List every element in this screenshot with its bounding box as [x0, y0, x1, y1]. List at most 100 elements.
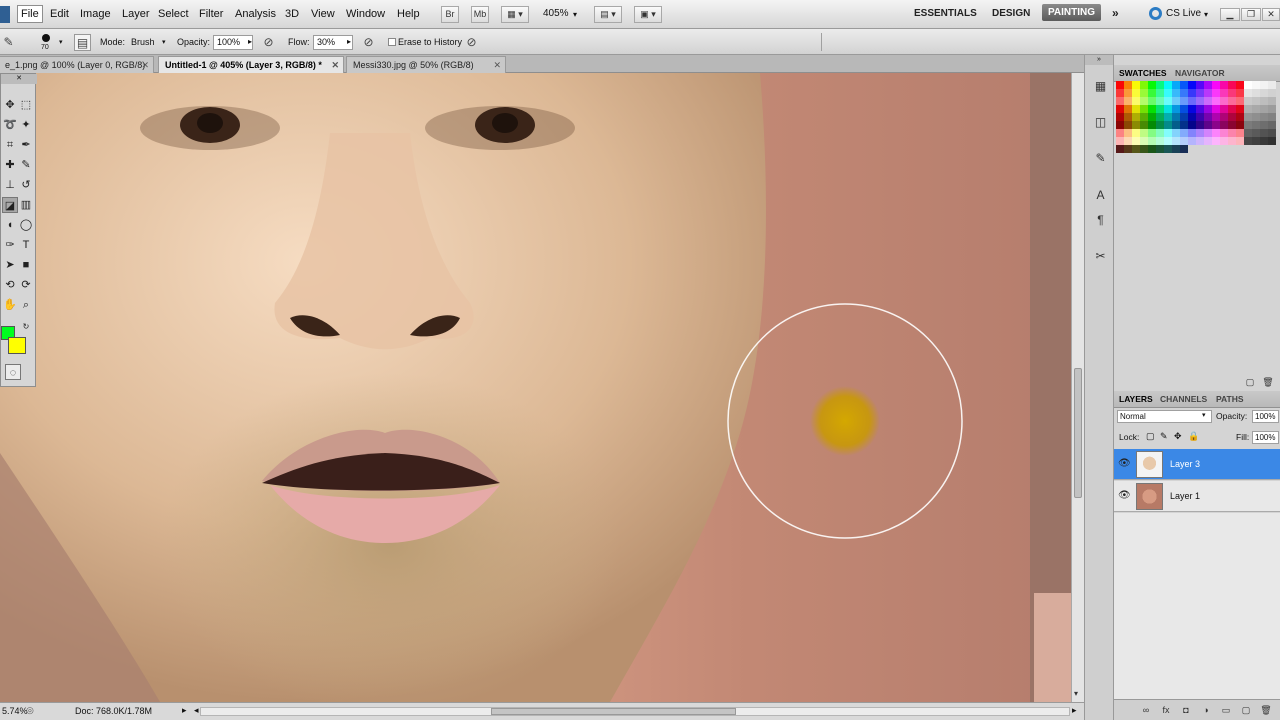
swatch[interactable] — [1260, 105, 1268, 113]
swatch[interactable] — [1156, 113, 1164, 121]
view-extras-icon[interactable]: ▦ ▾ — [501, 6, 529, 23]
swatch[interactable] — [1156, 129, 1164, 137]
character-panel-icon[interactable]: A — [1091, 186, 1110, 205]
swatch[interactable] — [1132, 145, 1140, 153]
swatch[interactable] — [1116, 97, 1124, 105]
swatch[interactable] — [1268, 105, 1276, 113]
menu-view[interactable]: View — [311, 8, 335, 20]
history-panel-icon[interactable]: ◫ — [1091, 113, 1110, 132]
swatch[interactable] — [1204, 137, 1212, 145]
tab-close-icon[interactable]: ✕ — [141, 57, 149, 73]
swatch[interactable] — [1228, 105, 1236, 113]
lock-pixels-icon[interactable]: ✎ — [1160, 431, 1168, 442]
swatch[interactable] — [1228, 81, 1236, 89]
swatch[interactable] — [1196, 129, 1204, 137]
swatch[interactable] — [1268, 121, 1276, 129]
swatch[interactable] — [1148, 137, 1156, 145]
swatch[interactable] — [1172, 97, 1180, 105]
swatch[interactable] — [1180, 89, 1188, 97]
status-zoom[interactable]: 5.74% — [2, 706, 28, 716]
swatch[interactable] — [1268, 97, 1276, 105]
swatch[interactable] — [1180, 129, 1188, 137]
hand-tool-icon[interactable]: ✋ — [2, 297, 18, 313]
quick-selection-tool-icon[interactable]: ✦ — [18, 117, 34, 133]
brush-picker-dropdown-icon[interactable]: ▾ — [59, 38, 63, 46]
swatch[interactable] — [1188, 97, 1196, 105]
eyedropper-tool-icon[interactable]: ✒ — [18, 137, 34, 153]
swatch[interactable] — [1220, 97, 1228, 105]
swatch[interactable] — [1124, 129, 1132, 137]
zoom-dropdown-icon[interactable]: ▾ — [573, 10, 577, 19]
swatch[interactable] — [1156, 145, 1164, 153]
restore-icon[interactable]: ❐ — [1241, 8, 1261, 21]
swatch[interactable] — [1212, 113, 1220, 121]
swatch[interactable] — [1220, 121, 1228, 129]
swatch[interactable] — [1252, 81, 1260, 89]
swatch[interactable] — [1204, 105, 1212, 113]
swatch[interactable] — [1140, 129, 1148, 137]
swatch[interactable] — [1244, 129, 1252, 137]
swatch[interactable] — [1140, 97, 1148, 105]
swatch[interactable] — [1188, 89, 1196, 97]
cs-live-dropdown-icon[interactable]: ▾ — [1204, 10, 1208, 19]
swatch[interactable] — [1228, 113, 1236, 121]
lasso-tool-icon[interactable]: ➰ — [2, 117, 18, 133]
swatch[interactable] — [1172, 81, 1180, 89]
swatch[interactable] — [1220, 89, 1228, 97]
opacity-input[interactable]: 100% — [213, 35, 253, 50]
swatch[interactable] — [1180, 97, 1188, 105]
swatch[interactable] — [1268, 113, 1276, 121]
swatch[interactable] — [1252, 113, 1260, 121]
swatch[interactable] — [1180, 145, 1188, 153]
move-tool-icon[interactable]: ✥ — [2, 97, 18, 113]
swatch[interactable] — [1132, 121, 1140, 129]
swatch[interactable] — [1172, 129, 1180, 137]
zoom-level[interactable]: 405% — [543, 8, 569, 19]
swatch[interactable] — [1204, 89, 1212, 97]
swatch[interactable] — [1180, 137, 1188, 145]
toolbox-collapse-icon[interactable]: ✕ — [1, 74, 37, 84]
spot-healing-tool-icon[interactable]: ✚ — [2, 157, 18, 173]
swatch[interactable] — [1148, 113, 1156, 121]
brush-preview-icon[interactable] — [42, 34, 50, 42]
swatch[interactable] — [1132, 97, 1140, 105]
new-group-icon[interactable]: ▭ — [1220, 704, 1232, 716]
new-swatch-icon[interactable]: ▢ — [1244, 376, 1256, 388]
swatch[interactable] — [1132, 129, 1140, 137]
lock-transparency-icon[interactable]: ▢ — [1146, 431, 1155, 442]
swatch[interactable] — [1252, 129, 1260, 137]
swatch[interactable] — [1180, 113, 1188, 121]
swatch[interactable] — [1260, 81, 1268, 89]
layer-mask-icon[interactable]: ◘ — [1180, 704, 1192, 716]
close-window-icon[interactable]: ✕ — [1262, 8, 1280, 21]
gradient-tool-icon[interactable]: ▥ — [18, 197, 34, 213]
swatch[interactable] — [1180, 105, 1188, 113]
brush-tool-preset-icon[interactable]: ✎ — [0, 34, 17, 51]
swatch[interactable] — [1164, 137, 1172, 145]
minimize-icon[interactable]: ▁ — [1220, 8, 1240, 21]
brush-presets-panel-icon[interactable]: ✎ — [1091, 149, 1110, 168]
workspace-essentials[interactable]: ESSENTIALS — [914, 8, 977, 19]
type-tool-icon[interactable]: T — [18, 237, 34, 253]
swatch[interactable] — [1220, 137, 1228, 145]
menu-window[interactable]: Window — [346, 8, 385, 20]
swatch[interactable] — [1244, 121, 1252, 129]
swatch[interactable] — [1220, 105, 1228, 113]
tablet-opacity-pressure-icon[interactable]: ⊘ — [260, 34, 277, 51]
tab-close-icon[interactable]: ✕ — [331, 57, 339, 73]
swatch[interactable] — [1188, 113, 1196, 121]
swatch[interactable] — [1156, 97, 1164, 105]
swatch[interactable] — [1228, 97, 1236, 105]
swatch[interactable] — [1236, 113, 1244, 121]
dock-collapse-icon[interactable]: » — [1085, 55, 1113, 65]
swatch[interactable] — [1164, 129, 1172, 137]
swatch[interactable] — [1124, 89, 1132, 97]
swatch[interactable] — [1172, 145, 1180, 153]
swatch[interactable] — [1244, 105, 1252, 113]
minibridge-icon[interactable]: Mb — [471, 6, 489, 23]
swatch[interactable] — [1236, 137, 1244, 145]
swatch[interactable] — [1172, 105, 1180, 113]
swatch[interactable] — [1140, 113, 1148, 121]
swatch[interactable] — [1260, 129, 1268, 137]
mini-bridge-panel-icon[interactable]: ▦ — [1091, 77, 1110, 96]
